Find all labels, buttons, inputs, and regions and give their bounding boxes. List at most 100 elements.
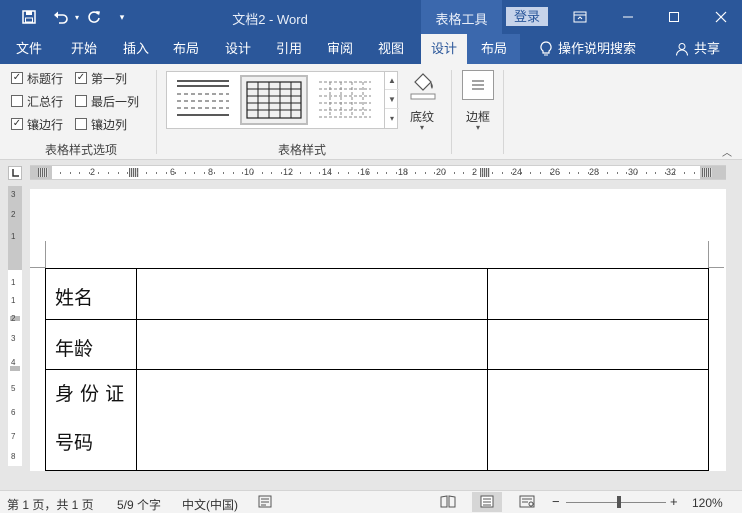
ruler-tick-mark [684, 172, 685, 174]
tab-view[interactable]: 视图 [369, 34, 413, 64]
total-row-checkbox[interactable]: 汇总行 [11, 92, 63, 110]
paint-bucket-icon [409, 70, 437, 103]
tab-table-layout[interactable]: 布局 [472, 34, 516, 64]
zoom-slider-thumb[interactable] [616, 496, 621, 508]
table-cell[interactable] [136, 369, 488, 471]
ruler-tick-mark [281, 172, 282, 174]
ruler-tick-label: 3 [11, 190, 16, 199]
banded-rows-checkbox[interactable]: ✓ 镶边行 [11, 115, 63, 133]
ruler-tick-mark [444, 172, 445, 174]
ruler-tick-mark [636, 172, 637, 174]
zoom-out-icon[interactable]: − [552, 494, 560, 509]
tell-me-search[interactable]: 操作说明搜索 [558, 34, 638, 64]
tab-selector-icon[interactable] [8, 166, 22, 180]
ruler-tick-label: 1 [11, 232, 16, 241]
language-indicator[interactable]: 中文(中国) [182, 496, 238, 513]
table-cell[interactable] [136, 268, 488, 320]
tab-design[interactable]: 设计 [216, 34, 260, 64]
ruler-tick-mark [617, 172, 618, 174]
table-cell-label[interactable]: 姓名 [45, 268, 137, 320]
table-cell[interactable] [487, 319, 709, 370]
table-cell-label-line: 号码 [55, 432, 94, 454]
word-count[interactable]: 5/9 个字 [117, 496, 161, 513]
ruler-tick-mark [89, 172, 90, 174]
ruler-tick-mark [185, 172, 186, 174]
last-column-check[interactable] [75, 95, 87, 107]
ruler-tick-label: 2 [11, 314, 16, 323]
horizontal-ruler[interactable]: 2 6 8 10 12 14 16 18 20 2 24 26 28 30 32 [30, 165, 726, 180]
ruler-tick-mark [454, 172, 455, 174]
header-row-checkbox[interactable]: ✓ 标题行 [11, 69, 63, 87]
ruler-tick-mark [118, 172, 119, 174]
gallery-more-icon[interactable]: ▾ [385, 109, 399, 128]
tab-references[interactable]: 引用 [267, 34, 311, 64]
column-marker[interactable] [702, 168, 712, 177]
table-cell-label[interactable]: 身 份 证 号码 [45, 369, 137, 471]
banded-rows-check[interactable]: ✓ [11, 118, 23, 130]
gallery-up-icon[interactable]: ▲ [385, 71, 399, 90]
ruler-tick-mark [262, 172, 263, 174]
header-row-check[interactable]: ✓ [11, 72, 23, 84]
lightbulb-icon[interactable] [536, 34, 556, 64]
tab-insert[interactable]: 插入 [114, 34, 158, 64]
read-mode-icon[interactable] [440, 495, 456, 511]
tab-home[interactable]: 开始 [62, 34, 106, 64]
macro-recording-icon[interactable] [258, 495, 272, 511]
minimize-icon[interactable] [604, 0, 652, 34]
table-style-light-grid[interactable] [313, 75, 381, 125]
user-icon[interactable] [673, 34, 691, 64]
ruler-tick-mark [146, 172, 147, 174]
table-style-grid[interactable] [240, 75, 308, 125]
shading-button[interactable]: 底纹 ▾ [405, 68, 439, 132]
banded-columns-checkbox[interactable]: 镶边列 [75, 115, 127, 133]
ruler-tick-mark [559, 172, 560, 174]
ruler-tick-label: 8 [208, 167, 214, 177]
table-cell[interactable] [487, 369, 709, 471]
table-cell-label[interactable]: 年龄 [45, 319, 137, 370]
first-column-checkbox[interactable]: ✓ 第一列 [75, 69, 127, 87]
table-cell[interactable] [136, 319, 488, 370]
table-style-plain[interactable] [171, 75, 239, 125]
tab-review[interactable]: 审阅 [318, 34, 362, 64]
first-column-check[interactable]: ✓ [75, 72, 87, 84]
document-table[interactable]: 姓名 年龄 身 份 证 号码 [45, 268, 709, 471]
ruler-tick-label: 7 [11, 432, 16, 441]
ruler-tick-mark [156, 172, 157, 174]
table-cell[interactable] [487, 268, 709, 320]
tab-file[interactable]: 文件 [7, 34, 51, 64]
login-button[interactable]: 登录 [506, 7, 548, 26]
table-row[interactable]: 年龄 [45, 319, 709, 370]
maximize-icon[interactable] [650, 0, 698, 34]
ribbon-display-options-icon[interactable] [556, 0, 604, 34]
gallery-down-icon[interactable]: ▼ [385, 90, 399, 109]
collapse-ribbon-icon[interactable]: ︿ [722, 144, 732, 159]
page-count[interactable]: 第 1 页，共 1 页 [7, 496, 94, 513]
ruler-tick-mark [434, 172, 435, 174]
ruler-tick-label: 5 [11, 384, 16, 393]
close-icon[interactable] [697, 0, 742, 34]
group-separator [156, 70, 157, 154]
table-row[interactable]: 姓名 [45, 268, 709, 320]
column-marker[interactable] [38, 168, 48, 177]
total-row-check[interactable] [11, 95, 23, 107]
borders-icon [462, 70, 494, 100]
web-layout-icon[interactable] [519, 495, 535, 511]
ruler-tick-mark [79, 172, 80, 174]
title-bar: ▾ ▾ 文档2 - Word 表格工具 登录 [0, 0, 742, 34]
table-row[interactable]: 身 份 证 号码 [45, 369, 709, 471]
ruler-tick-mark [214, 172, 215, 174]
zoom-in-icon[interactable]: + [670, 494, 678, 509]
vertical-ruler[interactable]: 3 2 1 1 1 2 3 4 5 6 7 8 [8, 186, 22, 466]
last-column-checkbox[interactable]: 最后一列 [75, 92, 139, 110]
borders-button[interactable]: 边框 ▾ [460, 68, 496, 132]
tab-layout[interactable]: 布局 [164, 34, 208, 64]
ruler-tick-label: 1 [11, 278, 16, 287]
ruler-tick-mark [578, 172, 579, 174]
ruler-tick-mark [348, 172, 349, 174]
zoom-level[interactable]: 120% [692, 496, 723, 510]
print-layout-icon[interactable] [472, 492, 502, 512]
ruler-tick-mark [530, 172, 531, 174]
tab-table-design[interactable]: 设计 [421, 34, 467, 64]
banded-columns-check[interactable] [75, 118, 87, 130]
share-button[interactable]: 共享 [692, 34, 722, 64]
